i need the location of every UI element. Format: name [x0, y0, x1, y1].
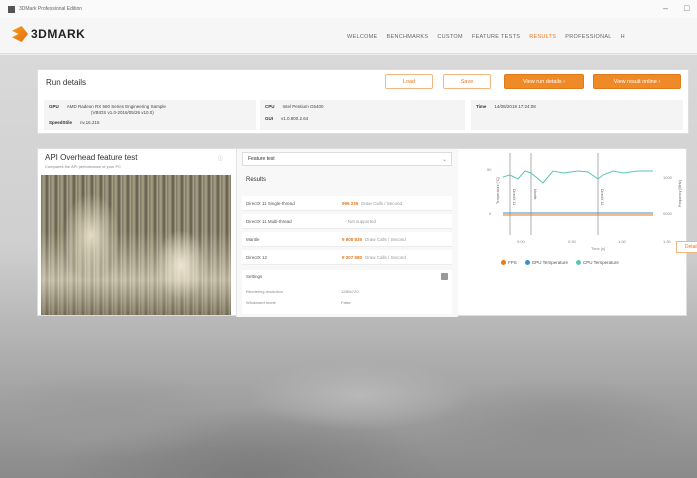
results-label: Results [246, 177, 267, 183]
x-tick: 1:00 [618, 239, 627, 244]
time-info-box: Time 14/08/2019 17:24:08 [471, 100, 683, 130]
y-left-axis-label: Temperature [°C] [496, 177, 500, 204]
view-result-online-button[interactable]: View result online › [593, 74, 681, 89]
benchmark-title: API Overhead feature test [45, 153, 138, 162]
settings-toggle-icon[interactable] [441, 273, 448, 280]
app-icon [8, 5, 15, 13]
x-tick: 1:30 [663, 239, 672, 244]
feature-test-dropdown[interactable]: Feature test ⌄ [242, 152, 452, 166]
nav-professional[interactable]: PROFESSIONAL [565, 34, 611, 40]
marker-label: DirectX 12 [600, 189, 604, 205]
monitoring-chart-svg: 50 0 1000 0000 0:00 0:30 1:00 1:30 Time … [487, 153, 682, 251]
minimize-button[interactable]: – [663, 3, 668, 13]
benchmark-result-panel: API Overhead feature test Compares the A… [37, 148, 697, 317]
result-row: Mantle 9 808 835 Draw Calls / Second [242, 232, 452, 247]
x-axis-label: Time [s] [591, 246, 605, 251]
legend-fps[interactable]: FPS [501, 260, 517, 266]
nav-benchmarks[interactable]: BENCHMARKS [387, 34, 429, 40]
nav-feature-tests[interactable]: FEATURE TESTS [472, 34, 520, 40]
x-tick: 0:30 [568, 239, 577, 244]
y-right-tick: 1000 [663, 175, 673, 180]
logo-text: 3DMARK [31, 27, 86, 41]
nav-help[interactable]: H [621, 34, 625, 40]
benchmark-thumbnail [41, 175, 231, 315]
run-details-panel: Run details Load Save View run details ›… [37, 69, 689, 134]
legend-gpu-temperature[interactable]: GPU Temperature [524, 260, 568, 266]
3dmark-logo: 3DMARK [12, 26, 85, 42]
y-right-tick: 0000 [663, 211, 673, 216]
marker-label: DirectX 11 [512, 189, 516, 205]
run-details-title: Run details [46, 78, 87, 87]
view-run-details-button[interactable]: View run details › [504, 74, 584, 89]
cpu-info-box: CPU Intel Pentium G5400 GUI v1.0.800.2.64 [260, 100, 465, 130]
app-header: 3DMARK WELCOME BENCHMARKS CUSTOM FEATURE… [0, 18, 697, 54]
monitoring-graph: 50 0 1000 0000 0:00 0:30 1:00 1:30 Time … [463, 149, 697, 317]
result-row: DirectX 11 Multi-thread - Not supported [242, 214, 452, 229]
save-button[interactable]: Save [443, 74, 491, 89]
load-button[interactable]: Load [385, 74, 433, 89]
marker-label: Mantle [533, 189, 537, 200]
benchmark-subtitle: Compares the API performance of your PC [45, 164, 122, 169]
y-left-tick: 50 [487, 167, 492, 172]
logo-mark-icon [12, 26, 28, 42]
y-right-axis-label: Frequency [MHz] [678, 180, 682, 207]
gpu-info-box: GPU AMD Radeon RX 560 Series Engineering … [44, 100, 256, 130]
info-icon[interactable]: ⓘ [218, 155, 223, 162]
cpu-row: CPU Intel Pentium G5400 [265, 104, 324, 109]
graph-legend: FPS GPU Temperature CPU Temperature [501, 260, 619, 266]
settings-row: Windowed mode False [246, 300, 351, 305]
main-nav: WELCOME BENCHMARKS CUSTOM FEATURE TESTS … [347, 34, 625, 40]
nav-results[interactable]: RESULTS [529, 34, 556, 40]
nav-custom[interactable]: CUSTOM [437, 34, 463, 40]
nav-welcome[interactable]: WELCOME [347, 34, 378, 40]
settings-label: Settings [246, 274, 263, 279]
result-row: DirectX 12 9 307 580 Draw Calls / Second [242, 250, 452, 265]
x-tick: 0:00 [517, 239, 526, 244]
time-row: Time 14/08/2019 17:24:08 [476, 104, 536, 109]
title-bar: 3DMark Professional Edition – □ [0, 0, 697, 18]
plot-bg [495, 153, 675, 235]
chevron-down-icon: ⌄ [441, 156, 447, 163]
speedstile-row: SpeedStile nv.16.215 [49, 120, 100, 125]
gui-row: GUI v1.0.800.2.64 [265, 116, 309, 121]
graph-details-button[interactable]: Details [676, 241, 697, 253]
settings-section: Settings Rendering resolution 1280x720 Wi… [242, 270, 452, 314]
result-row: DirectX 11 Single-thread 996 235 Draw Cal… [242, 196, 452, 211]
maximize-button[interactable]: □ [684, 3, 689, 13]
window-title: 3DMark Professional Edition [19, 6, 83, 12]
gpu-row: GPU AMD Radeon RX 560 Series Engineering … [49, 104, 166, 109]
legend-cpu-temperature[interactable]: CPU Temperature [575, 260, 619, 266]
results-column: Feature test ⌄ Results DirectX 11 Single… [236, 149, 458, 317]
gpu-row-2: (VBIOS v1.0-2016/05/26 v10.0) [91, 110, 154, 115]
settings-row: Rendering resolution 1280x720 [246, 289, 359, 294]
y-left-tick: 0 [489, 211, 492, 216]
